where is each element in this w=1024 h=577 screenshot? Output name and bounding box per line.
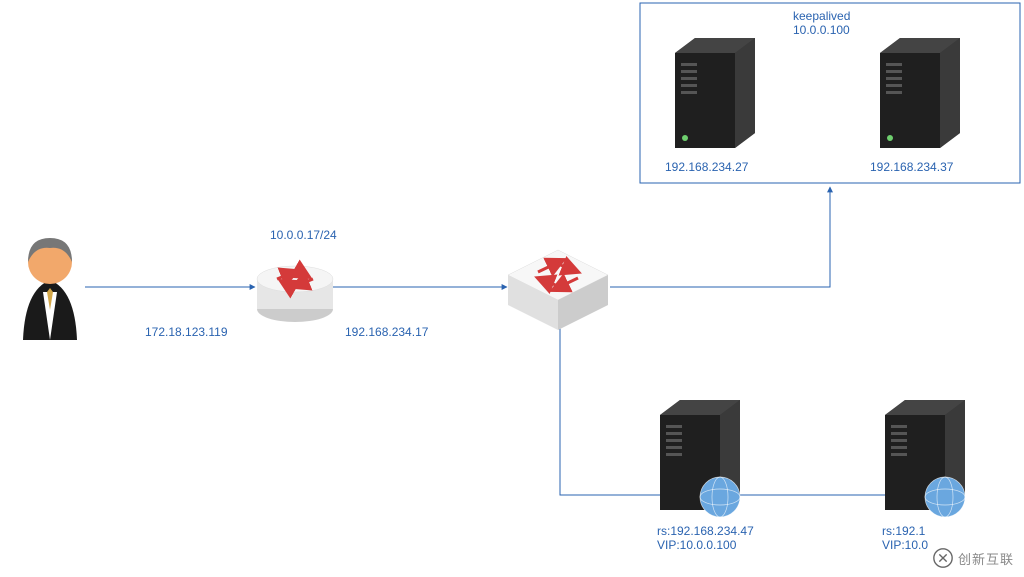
keepalived-title: keepalived [793,9,850,23]
rs2-line2: VIP:10.0 [882,538,928,552]
user-ip: 172.18.123.119 [145,325,228,339]
user-icon [23,238,77,340]
watermark-logo-icon [932,547,954,569]
rs2-line1: rs:192.1 [882,524,925,538]
watermark-text: 创新互联 [958,549,1014,568]
link-switch-keepalived [610,187,830,287]
router-top-ip: 10.0.0.17/24 [270,228,337,242]
real-server-2-icon [885,400,965,517]
router-right-ip: 192.168.234.17 [345,325,428,339]
watermark: 创新互联 [928,545,1018,571]
keepalived-server-1-icon [675,38,755,148]
router-icon [257,266,333,322]
rs1-line2: VIP:10.0.0.100 [657,538,736,552]
diagram-canvas [0,0,1024,577]
real-server-1-icon [660,400,740,517]
keepalived-server-1-ip: 192.168.234.27 [665,160,748,174]
switch-icon [508,250,608,330]
rs1-line1: rs:192.168.234.47 [657,524,754,538]
keepalived-server-2-ip: 192.168.234.37 [870,160,953,174]
keepalived-server-2-icon [880,38,960,148]
keepalived-vip: 10.0.0.100 [793,23,850,37]
